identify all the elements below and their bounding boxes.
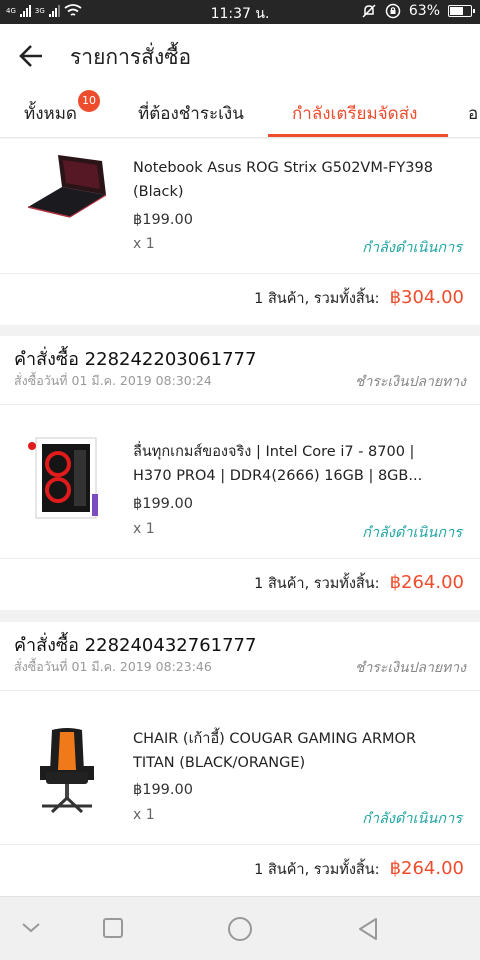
order-summary: 1 สินค้า, รวมทั้งสิ้น: ฿264.00 (254, 572, 464, 595)
order-number: คำสั่งซื้อ 228240432761777 (14, 635, 257, 656)
order-total: ฿304.00 (389, 287, 464, 308)
battery-percent: 63% (408, 3, 440, 19)
page-title: รายการสั่งซื้อ (70, 45, 192, 69)
battery-icon (448, 5, 475, 17)
triangle-back-icon[interactable] (356, 916, 380, 942)
product-price: ฿199.00 (133, 782, 193, 798)
order-tabs: ทั้งหมด 10 ที่ต้องชำระเงิน กำลังเตรียมจั… (0, 86, 480, 138)
order-summary: 1 สินค้า, รวมทั้งสิ้น: ฿304.00 (254, 287, 464, 310)
tab-all[interactable]: ทั้งหมด (24, 100, 77, 127)
order-card[interactable]: คำสั่งซื้อ 228240432761777 สั่งซื้อวันที… (0, 622, 480, 896)
square-icon[interactable] (102, 917, 124, 939)
order-number: คำสั่งซื้อ 228242203061777 (14, 349, 257, 370)
order-date: สั่งซื้อวันที่ 01 มี.ค. 2019 08:23:46 (14, 659, 212, 674)
order-total: ฿264.00 (389, 572, 464, 593)
tab-to-pay[interactable]: ที่ต้องชำระเงิน (138, 100, 244, 127)
product-price: ฿199.00 (133, 496, 193, 512)
arrow-left-icon[interactable] (18, 42, 46, 70)
product-image-gaming-chair[interactable] (22, 726, 112, 816)
divider (0, 690, 480, 691)
status-bar: 4G 3G 11:37 น. 63% (0, 0, 480, 24)
active-tab-indicator (268, 134, 448, 137)
chevron-down-icon[interactable] (20, 921, 42, 935)
order-status: กำลังดำเนินการ (362, 240, 462, 256)
product-price: ฿199.00 (133, 212, 193, 228)
product-quantity: x 1 (133, 521, 155, 537)
order-status: กำลังดำเนินการ (362, 525, 462, 541)
summary-label: 1 สินค้า, รวมทั้งสิ้น: (254, 862, 380, 878)
rotation-lock-icon (385, 3, 401, 19)
product-quantity: x 1 (133, 807, 155, 823)
summary-label: 1 สินค้า, รวมทั้งสิ้น: (254, 576, 380, 592)
app-header: รายการสั่งซื้อ (0, 24, 480, 86)
divider (0, 404, 480, 405)
system-navigation-bar (0, 896, 480, 960)
product-image-pc-case[interactable] (22, 432, 112, 522)
order-summary: 1 สินค้า, รวมทั้งสิ้น: ฿264.00 (254, 858, 464, 881)
order-total: ฿264.00 (389, 858, 464, 879)
order-status: กำลังดำเนินการ (362, 811, 462, 827)
product-name[interactable]: ลื่นทุกเกมส์ของจริง | Intel Core i7 - 87… (133, 440, 433, 488)
order-date: สั่งซื้อวันที่ 01 มี.ค. 2019 08:30:24 (14, 373, 212, 388)
tab-next[interactable]: อ (468, 100, 478, 127)
product-image-laptop[interactable] (22, 145, 112, 235)
divider (0, 844, 480, 845)
tab-preparing-shipment[interactable]: กำลังเตรียมจัดส่ง (292, 100, 417, 127)
payment-method: ชำระเงินปลายทาง (354, 660, 466, 676)
product-quantity: x 1 (133, 236, 155, 252)
summary-label: 1 สินค้า, รวมทั้งสิ้น: (254, 291, 380, 307)
circle-icon[interactable] (226, 915, 254, 943)
no-notifications-icon (362, 4, 376, 18)
divider (0, 558, 480, 559)
tab-all-badge: 10 (78, 90, 100, 112)
product-name[interactable]: CHAIR (เก้าอี้) COUGAR GAMING ARMOR TITA… (133, 727, 433, 775)
order-card[interactable]: คำสั่งซื้อ 228242203061777 สั่งซื้อวันที… (0, 336, 480, 610)
product-name[interactable]: Notebook Asus ROG Strix G502VM-FY398 (Bl… (133, 156, 433, 204)
order-card[interactable]: Notebook Asus ROG Strix G502VM-FY398 (Bl… (0, 139, 480, 325)
divider (0, 273, 480, 274)
payment-method: ชำระเงินปลายทาง (354, 374, 466, 390)
